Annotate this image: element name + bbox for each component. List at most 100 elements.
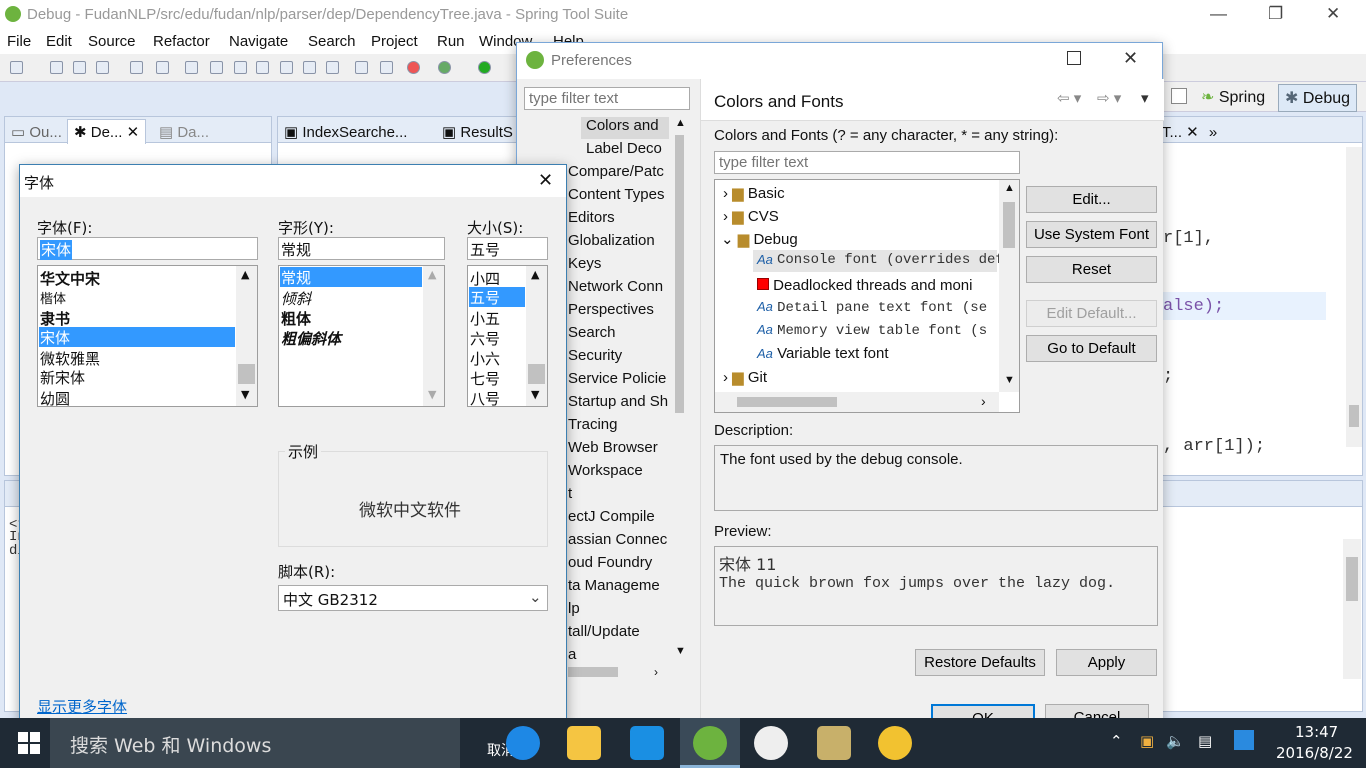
disconnect-icon[interactable]: [256, 61, 269, 74]
nav-item-tracing[interactable]: Tracing: [568, 416, 617, 433]
save-all-icon[interactable]: [73, 61, 86, 74]
font-family-scrollbar[interactable]: ▲ ▼: [236, 266, 257, 406]
open-perspective-icon[interactable]: [1171, 88, 1187, 104]
size-item-qihao[interactable]: 七号: [470, 368, 500, 389]
nav-item-security[interactable]: Security: [568, 347, 622, 364]
volume-icon[interactable]: 🔈: [1166, 732, 1185, 750]
boot-icon[interactable]: [407, 61, 420, 74]
editor-tab-indexsearcher[interactable]: ▣ IndexSearche...: [284, 123, 407, 141]
scroll-down-icon[interactable]: ▼: [241, 388, 249, 401]
use-step-filters-icon[interactable]: [380, 61, 393, 74]
font-item-songti[interactable]: 宋体: [39, 327, 235, 347]
print-icon[interactable]: [96, 61, 109, 74]
tree-item-detail-pane[interactable]: Aa Detail pane text font (se: [757, 298, 987, 316]
nav-hscrollbar[interactable]: ›: [568, 663, 689, 681]
tree-item-debug[interactable]: ⌄ ▆ Debug: [721, 230, 798, 248]
menu-run[interactable]: Run: [437, 33, 465, 50]
nav-vscrollbar-thumb[interactable]: [675, 135, 684, 413]
nav-item-a[interactable]: a: [568, 646, 576, 663]
tree-item-console-font[interactable]: Aa Console font (overrides defa: [753, 250, 1012, 272]
size-item-liuhao[interactable]: 六号: [470, 328, 500, 349]
style-item-bold[interactable]: 粗体: [281, 308, 311, 329]
use-system-font-button[interactable]: Use System Font: [1026, 221, 1157, 248]
nav-item-search[interactable]: Search: [568, 324, 616, 341]
language-icon[interactable]: [1234, 730, 1254, 750]
resume-icon[interactable]: [185, 61, 198, 74]
tree-filter-input[interactable]: [714, 151, 1020, 174]
font-item-youyuan[interactable]: 幼圆: [40, 388, 70, 406]
size-item-xiaoliu[interactable]: 小六: [470, 348, 500, 369]
taskbar-spring-active[interactable]: [680, 718, 740, 768]
nav-item-help[interactable]: lp: [568, 600, 580, 617]
new-icon[interactable]: [10, 61, 23, 74]
windows-start-icon[interactable]: [18, 732, 40, 754]
save-icon[interactable]: [50, 61, 63, 74]
cloud-icon[interactable]: [630, 726, 664, 760]
nav-item-perspectives[interactable]: Perspectives: [568, 301, 654, 318]
editor-scrollbar[interactable]: [1346, 147, 1362, 447]
nav-item-content-types[interactable]: Content Types: [568, 186, 664, 203]
tree-item-basic[interactable]: › ▆ Basic: [723, 184, 785, 202]
size-item-xiaowu[interactable]: 小五: [470, 308, 500, 329]
edit-default-button[interactable]: Edit Default...: [1026, 300, 1157, 327]
scroll-up-icon[interactable]: ▲: [1004, 182, 1015, 194]
scroll-right-icon[interactable]: ›: [654, 665, 658, 679]
font-size-scrollbar[interactable]: ▲ ▼: [526, 266, 547, 406]
nav-item-compare[interactable]: Compare/Patc: [568, 163, 664, 180]
nav-item-service-policies[interactable]: Service Policie: [568, 370, 666, 387]
nav-item-colors[interactable]: Colors and: [586, 117, 659, 134]
maximize-icon[interactable]: [1067, 51, 1081, 65]
scroll-up-icon[interactable]: ▲: [675, 117, 686, 129]
nav-item-web-browser[interactable]: Web Browser: [568, 439, 658, 456]
restore-defaults-button[interactable]: Restore Defaults: [915, 649, 1045, 676]
go-to-default-button[interactable]: Go to Default: [1026, 335, 1157, 362]
nav-hscrollbar-thumb[interactable]: [568, 667, 618, 677]
certificate-app-icon[interactable]: [817, 726, 851, 760]
nav-item-keys[interactable]: Keys: [568, 255, 601, 272]
taskbar-search[interactable]: 搜索 Web 和 Windows: [50, 718, 460, 768]
suspend-icon[interactable]: [210, 61, 223, 74]
tab-debug[interactable]: ✱ De... ✕: [67, 119, 147, 144]
skip-breakpoints-icon[interactable]: [156, 61, 169, 74]
file-explorer-icon[interactable]: [567, 726, 601, 760]
font-style-scrollbar[interactable]: ▲ ▼: [423, 266, 444, 406]
close-icon[interactable]: ✕: [1123, 48, 1138, 69]
tree-vscrollbar[interactable]: ▲ ▼: [999, 180, 1019, 392]
style-item-italic[interactable]: 倾斜: [281, 288, 311, 309]
tab-data[interactable]: ▤ Da...: [159, 123, 209, 141]
tree-item-deadlocked[interactable]: Deadlocked threads and moni: [757, 277, 972, 294]
avatar-app-icon[interactable]: [754, 726, 788, 760]
font-item-kaiti[interactable]: 楷体: [40, 288, 66, 307]
editor-tab-results[interactable]: ▣ ResultS: [442, 123, 513, 141]
tree-item-variable-text[interactable]: Aa Variable text font: [757, 345, 889, 362]
tray-app-icon[interactable]: ▣: [1140, 732, 1154, 750]
scroll-down-icon[interactable]: ▼: [675, 645, 686, 657]
tree-vscrollbar-thumb[interactable]: [1003, 202, 1015, 248]
font-family-scrollbar-thumb[interactable]: [238, 364, 255, 384]
minimize-icon[interactable]: —: [1210, 4, 1227, 24]
tree-hscrollbar-thumb[interactable]: [737, 397, 837, 407]
menu-refactor[interactable]: Refactor: [153, 33, 210, 50]
close-icon[interactable]: ✕: [538, 170, 553, 191]
scroll-down-icon[interactable]: ▼: [531, 388, 539, 401]
font-item-yahei[interactable]: 微软雅黑: [40, 348, 100, 369]
nav-item-label-decorations[interactable]: Label Deco: [586, 140, 662, 157]
perspective-spring[interactable]: ❧ Spring: [1201, 87, 1265, 107]
menu-icon[interactable]: ▾: [1141, 89, 1149, 107]
size-item-wuhao[interactable]: 五号: [469, 287, 525, 307]
nav-item-network[interactable]: Network Conn: [568, 278, 663, 295]
size-item-xiaosi[interactable]: 小四: [470, 268, 500, 289]
scroll-right-icon[interactable]: ›: [981, 393, 986, 409]
style-item-regular[interactable]: 常规: [280, 267, 422, 287]
nav-item-data-management[interactable]: ta Manageme: [568, 577, 660, 594]
nav-item-install-update[interactable]: tall/Update: [568, 623, 640, 640]
editor-tab-right[interactable]: T... ✕ »: [1162, 123, 1217, 141]
notification-icon[interactable]: ▤: [1198, 732, 1212, 750]
nav-item-workspace[interactable]: Workspace: [568, 462, 643, 479]
scroll-up-icon[interactable]: ▲: [428, 268, 436, 281]
clock-time[interactable]: 13:47: [1295, 723, 1338, 741]
drop-frame-icon[interactable]: [355, 61, 368, 74]
tab-outline[interactable]: ▭ Ou...: [11, 123, 62, 141]
chat-app-icon[interactable]: [878, 726, 912, 760]
nav-vscrollbar[interactable]: ▲ ▼: [671, 115, 688, 663]
